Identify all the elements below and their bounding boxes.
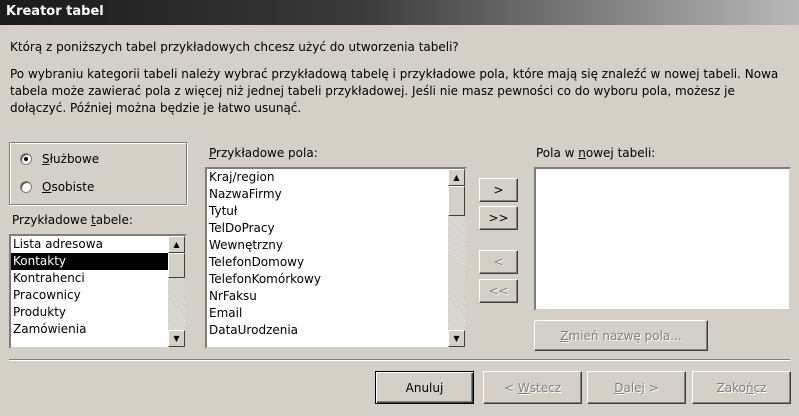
list-item[interactable]: TelefonKomórkowy	[207, 271, 448, 288]
table-wizard-window: Kreator tabel Którą z poniższych tabel p…	[0, 0, 799, 416]
list-item[interactable]: NazwaFirmy	[207, 186, 448, 203]
list-item[interactable]: Kraj/region	[207, 169, 448, 186]
radio-osobiste[interactable]: Osobiste	[20, 180, 94, 194]
list-item[interactable]: Kontrahenci	[11, 270, 168, 287]
question-text: Którą z poniższych tabel przykładowych c…	[10, 40, 459, 54]
list-item[interactable]: Zamówienia	[11, 321, 168, 338]
list-item[interactable]: Wewnętrzny	[207, 237, 448, 254]
list-item[interactable]: Email	[207, 305, 448, 322]
sample-fields-scrollbar[interactable]: ▲ ▼	[448, 169, 465, 347]
scroll-down-icon[interactable]: ▼	[448, 330, 465, 347]
finish-button[interactable]: Zakończ	[692, 371, 791, 404]
remove-all-fields-button[interactable]: <<	[479, 279, 518, 303]
new-fields-label: Pola w nowej tabeli:	[536, 146, 656, 160]
list-item[interactable]: NrFaksu	[207, 288, 448, 305]
window-title: Kreator tabel	[6, 4, 104, 19]
radio-label-osobiste: Osobiste	[42, 180, 95, 194]
list-item[interactable]: TelDoPracy	[207, 220, 448, 237]
list-item[interactable]: Pracownicy	[11, 287, 168, 304]
list-item[interactable]: TelefonDomowy	[207, 254, 448, 271]
description-text: Po wybraniu kategorii tabeli należy wybr…	[10, 67, 779, 115]
radio-unselected-icon	[20, 181, 32, 193]
list-item[interactable]: Kontakty	[11, 253, 168, 270]
scroll-thumb[interactable]	[448, 186, 465, 216]
sample-tables-list[interactable]: Lista adresowa Kontakty Kontrahenci Prac…	[9, 234, 187, 349]
rename-field-button[interactable]: Zmień nazwę pola...	[534, 320, 708, 351]
scroll-up-icon[interactable]: ▲	[168, 236, 185, 253]
radio-sluzbowe[interactable]: Służbowe	[20, 152, 99, 166]
add-all-fields-button[interactable]: >>	[479, 206, 518, 230]
sample-fields-list[interactable]: Kraj/region NazwaFirmy Tytuł TelDoPracy …	[205, 167, 467, 349]
radio-label-sluzbowe: Służbowe	[42, 152, 100, 166]
cancel-button[interactable]: Anuluj	[375, 371, 474, 404]
sample-tables-label: Przykładowe tabele:	[12, 213, 133, 227]
list-item[interactable]: Tytuł	[207, 203, 448, 220]
sample-tables-scrollbar[interactable]: ▲ ▼	[168, 236, 185, 347]
scroll-up-icon[interactable]: ▲	[448, 169, 465, 186]
sample-fields-label: Przykładowe pola:	[209, 146, 318, 160]
remove-field-button[interactable]: <	[479, 250, 518, 274]
scroll-thumb[interactable]	[168, 253, 185, 278]
new-fields-list[interactable]	[534, 167, 791, 311]
title-bar[interactable]: Kreator tabel	[0, 0, 799, 25]
add-field-button[interactable]: >	[479, 178, 518, 202]
back-button[interactable]: < Wstecz	[483, 371, 582, 404]
list-item[interactable]: Produkty	[11, 304, 168, 321]
radio-selected-icon	[20, 153, 32, 165]
list-item[interactable]: DataUrodzenia	[207, 322, 448, 339]
scroll-down-icon[interactable]: ▼	[168, 330, 185, 347]
next-button[interactable]: Dalej >	[587, 371, 686, 404]
footer-separator	[9, 359, 790, 361]
list-item[interactable]: Lista adresowa	[11, 236, 168, 253]
